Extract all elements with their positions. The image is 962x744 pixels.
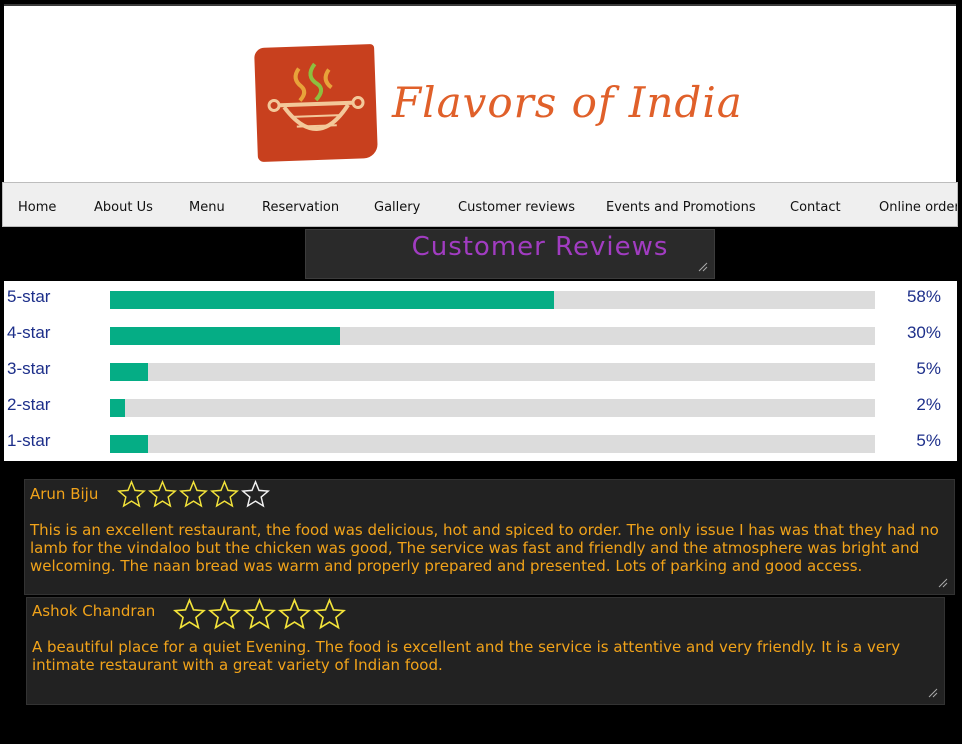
resize-grip-icon[interactable] <box>938 578 948 588</box>
reviewer-name: Ashok Chandran <box>32 602 156 620</box>
site-header: Flavors of India <box>4 4 956 182</box>
section-title-box: Customer Reviews <box>305 229 715 279</box>
rating-percent: 5% <box>916 431 941 450</box>
rating-row-2: 2-star 2% <box>4 391 957 427</box>
review-text: This is an excellent restaurant, the foo… <box>30 521 939 575</box>
review-card: Arun Biju This is an excellent restauran… <box>24 479 955 595</box>
rating-bar-fill <box>110 363 149 381</box>
rating-percent: 5% <box>916 359 941 378</box>
resize-grip-icon[interactable] <box>698 262 708 272</box>
star-rating <box>172 597 348 635</box>
rating-label: 3-star <box>7 359 51 378</box>
review-text: A beautiful place for a quiet Evening. T… <box>32 638 901 674</box>
rating-row-5: 5-star 58% <box>4 283 957 319</box>
nav-item-events-promotions[interactable]: Events and Promotions <box>606 200 756 215</box>
main-nav: Home About Us Menu Reservation Gallery C… <box>2 182 958 227</box>
review-card: Ashok Chandran A beautiful place for a q… <box>26 597 945 705</box>
reviewer-name: Arun Biju <box>30 485 99 503</box>
rating-label: 2-star <box>7 395 51 414</box>
rating-bar-fill <box>110 435 149 453</box>
nav-item-contact[interactable]: Contact <box>790 200 841 215</box>
rating-row-1: 1-star 5% <box>4 427 957 463</box>
rating-percent: 58% <box>906 287 941 306</box>
rating-label: 4-star <box>7 323 51 342</box>
nav-item-reservation[interactable]: Reservation <box>262 200 339 215</box>
rating-label: 5-star <box>7 287 51 306</box>
logo-pot-icon <box>254 43 378 163</box>
nav-item-menu[interactable]: Menu <box>189 200 225 215</box>
rating-row-3: 3-star 5% <box>4 355 957 391</box>
star-icon <box>242 597 277 635</box>
rating-row-4: 4-star 30% <box>4 319 957 355</box>
nav-item-gallery[interactable]: Gallery <box>374 200 420 215</box>
star-icon <box>240 479 271 513</box>
nav-item-about-us[interactable]: About Us <box>94 200 153 215</box>
nav-item-online-order[interactable]: Online order <box>879 200 957 215</box>
star-icon <box>172 597 207 635</box>
star-icon <box>277 597 312 635</box>
rating-bar-track <box>110 327 875 345</box>
rating-percent: 30% <box>906 323 941 342</box>
star-icon <box>147 479 178 513</box>
rating-bar-fill <box>110 399 126 417</box>
rating-bar-track <box>110 363 875 381</box>
star-icon <box>178 479 209 513</box>
star-icon <box>116 479 147 513</box>
nav-item-customer-reviews[interactable]: Customer reviews <box>458 200 575 215</box>
star-icon <box>312 597 347 635</box>
nav-item-home[interactable]: Home <box>18 200 56 215</box>
rating-breakdown: 5-star 58% 4-star 30% 3-star 5% 2-star 2… <box>4 281 957 461</box>
rating-bar-fill <box>110 291 554 309</box>
rating-bar-track <box>110 399 875 417</box>
star-icon <box>209 479 240 513</box>
rating-bar-track <box>110 291 875 309</box>
section-title: Customer Reviews <box>411 232 669 262</box>
rating-percent: 2% <box>916 395 941 414</box>
logo-text: Flavors of India <box>392 78 743 127</box>
star-rating <box>116 479 272 513</box>
resize-grip-icon[interactable] <box>928 688 938 698</box>
star-icon <box>207 597 242 635</box>
rating-bar-track <box>110 435 875 453</box>
rating-bar-fill <box>110 327 340 345</box>
rating-label: 1-star <box>7 431 51 450</box>
